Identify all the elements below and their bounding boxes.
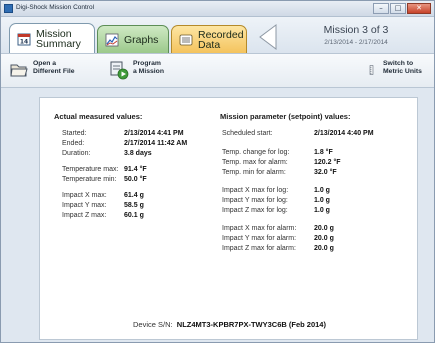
value-text: 1.0 g [314, 187, 330, 194]
calendar-icon: 14 [17, 32, 31, 46]
tab-label: Recorded Data [198, 28, 244, 51]
title-bar: Digi-Shock Mission Control – □ ✕ [1, 1, 434, 17]
value-label: Impact X max for log: [222, 187, 289, 194]
value-label: Temp. change for log: [222, 149, 290, 156]
switch-units-button[interactable]: Switch to Metric Units [369, 60, 422, 80]
previous-mission-chevron-icon[interactable] [256, 24, 282, 50]
window-title: Digi-Shock Mission Control [16, 4, 95, 11]
value-label: Temp. max for alarm: [222, 159, 288, 166]
value-label: Impact Y max for alarm: [222, 235, 297, 242]
device-serial-value: NLZ4MT3-KPBR7PX-TWY3C6B (Feb 2014) [176, 320, 326, 329]
value-text: 2/13/2014 4:40 PM [314, 130, 374, 137]
value-text: 1.0 g [314, 197, 330, 204]
maximize-button[interactable]: □ [390, 3, 406, 14]
value-text: 60.1 g [124, 212, 144, 219]
value-text: 2/13/2014 4:41 PM [124, 130, 184, 137]
setpoint-values-title: Mission parameter (setpoint) values: [220, 112, 351, 121]
tab-label: Mission Summary [36, 27, 81, 50]
minimize-button[interactable]: – [373, 3, 389, 14]
switch-units-label: Switch to Metric Units [383, 60, 422, 75]
tab-mission-summary[interactable]: 14 Mission Summary [9, 23, 95, 53]
value-label: Scheduled start: [222, 130, 273, 137]
mission-info: Mission 3 of 3 2/13/2014 - 2/17/2014 [286, 24, 426, 46]
program-mission-button[interactable]: Program a Mission [109, 60, 164, 80]
ruler-icon [369, 65, 374, 75]
device-serial-label: Device S/N: [133, 320, 173, 329]
program-mission-icon [110, 61, 129, 80]
value-label: Started: [62, 130, 87, 137]
device-serial: Device S/N: NLZ4MT3-KPBR7PX-TWY3C6B (Feb… [40, 320, 419, 329]
open-file-label: Open a Different File [33, 60, 75, 75]
value-label: Impact Z max for alarm: [222, 245, 296, 252]
value-label: Impact Y max for log: [222, 197, 288, 204]
value-text: 3.8 days [124, 150, 152, 157]
value-label: Impact Z max for log: [222, 207, 288, 214]
value-label: Duration: [62, 150, 91, 157]
data-icon [179, 33, 193, 47]
value-text: 20.0 g [314, 235, 334, 242]
value-label: Impact Y max: [62, 202, 107, 209]
value-text: 1.8 °F [314, 149, 333, 156]
open-folder-icon [10, 64, 28, 77]
tab-recorded-data[interactable]: Recorded Data [171, 25, 247, 53]
value-text: 1.0 g [314, 207, 330, 214]
close-button[interactable]: ✕ [407, 3, 431, 14]
value-text: 61.4 g [124, 192, 144, 199]
app-window: Digi-Shock Mission Control – □ ✕ 14 Miss… [0, 0, 435, 343]
value-text: 50.0 °F [124, 176, 147, 183]
toolbar: Open a Different File Program a Mission … [1, 53, 434, 88]
value-label: Temp. min for alarm: [222, 169, 286, 176]
value-label: Impact X max for alarm: [222, 225, 297, 232]
value-text: 20.0 g [314, 225, 334, 232]
value-text: 58.5 g [124, 202, 144, 209]
value-label: Temperature min: [62, 176, 117, 183]
tab-bar: 14 Mission Summary Graphs Recorded Data … [1, 17, 434, 53]
program-mission-label: Program a Mission [133, 60, 164, 75]
value-text: 32.0 °F [314, 169, 337, 176]
value-text: 2/17/2014 11:42 AM [124, 140, 188, 147]
value-label: Impact X max: [62, 192, 107, 199]
value-text: 91.4 °F [124, 166, 147, 173]
tab-label: Graphs [124, 33, 159, 46]
tab-graphs[interactable]: Graphs [97, 25, 169, 53]
app-icon [4, 4, 13, 13]
actual-values-title: Actual measured values: [54, 112, 143, 121]
value-label: Ended: [62, 140, 85, 147]
value-text: 120.2 °F [314, 159, 341, 166]
value-label: Temperature max: [62, 166, 119, 173]
graph-icon [105, 33, 119, 47]
value-label: Impact Z max: [62, 212, 107, 219]
mission-count: Mission 3 of 3 [323, 24, 389, 36]
summary-panel: Actual measured values: Mission paramete… [39, 97, 418, 340]
svg-text:14: 14 [20, 38, 28, 45]
value-text: 20.0 g [314, 245, 334, 252]
window-controls: – □ ✕ [373, 3, 431, 14]
mission-dates: 2/13/2014 - 2/17/2014 [324, 39, 388, 46]
open-file-button[interactable]: Open a Different File [9, 60, 75, 80]
